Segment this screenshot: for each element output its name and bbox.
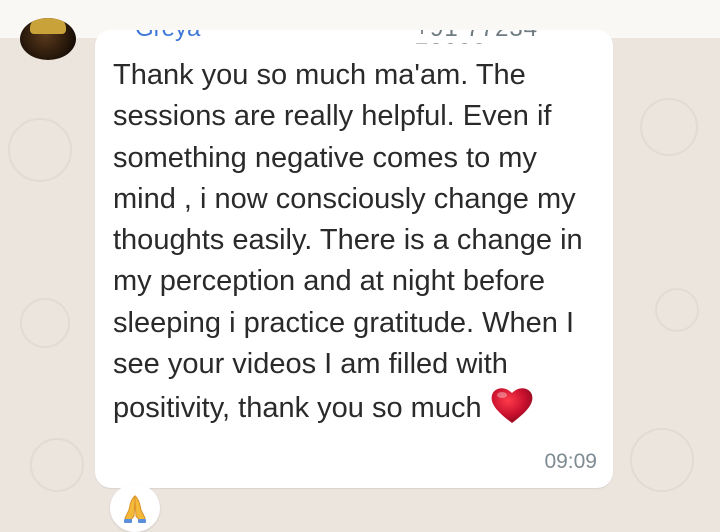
wallpaper-doodle xyxy=(8,118,72,182)
message-time: 09:09 xyxy=(544,450,597,473)
message-bubble[interactable]: Greya +91 77234 78000 Thank you so much … xyxy=(95,30,613,488)
sender-name[interactable]: Greya xyxy=(135,30,200,41)
sender-avatar[interactable] xyxy=(20,18,76,60)
wallpaper-doodle xyxy=(655,288,699,332)
avatar-hat xyxy=(30,18,66,34)
wallpaper-doodle xyxy=(30,438,84,492)
reaction-badge[interactable] xyxy=(110,484,160,532)
folded-hands-icon xyxy=(124,495,146,523)
wallpaper-doodle xyxy=(640,98,698,156)
sender-header: Greya +91 77234 78000 xyxy=(95,30,613,44)
message-text: Thank you so much ma'am. The sessions ar… xyxy=(113,55,605,430)
message-body: Thank you so much ma'am. The sessions ar… xyxy=(113,59,583,425)
sender-phone: +91 77234 78000 xyxy=(415,30,613,44)
wallpaper-doodle xyxy=(630,428,694,492)
red-heart-icon xyxy=(490,385,534,425)
wallpaper-doodle xyxy=(20,298,70,348)
